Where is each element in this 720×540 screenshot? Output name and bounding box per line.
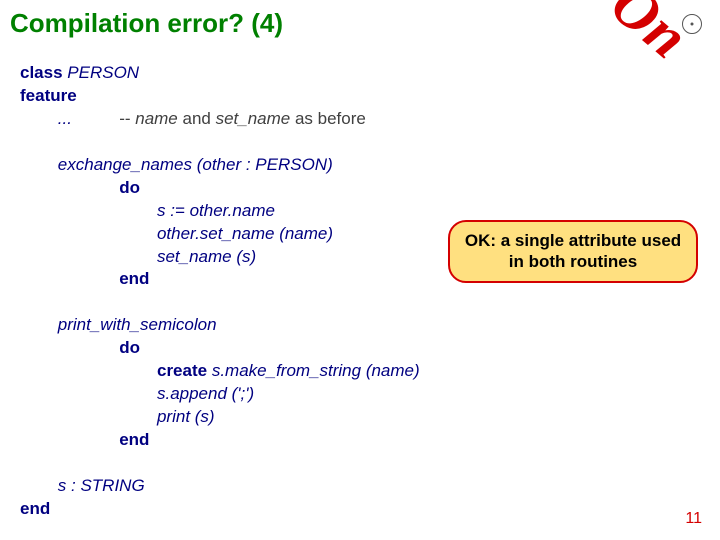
comment-text: as before — [290, 109, 366, 128]
code-text — [20, 269, 119, 288]
code-text — [20, 430, 119, 449]
code-text — [20, 361, 157, 380]
comment-text: name — [135, 109, 178, 128]
page-title: Compilation error? (4) — [10, 8, 283, 39]
comment-text: set_name — [216, 109, 291, 128]
code-text: exchange_names (other : PERSON) — [20, 155, 333, 174]
code-text — [20, 178, 119, 197]
kw-do: do — [119, 338, 140, 357]
kw-end: end — [119, 269, 149, 288]
code-text: print (s) — [20, 407, 215, 426]
code-text: set_name (s) — [20, 247, 256, 266]
code-text: s := other.name — [20, 201, 275, 220]
code-text: ... — [20, 109, 119, 128]
callout-box: OK: a single attribute used in both rout… — [448, 220, 698, 283]
code-text: other.set_name (name) — [20, 224, 333, 243]
code-text: print_with_semicolon — [20, 315, 217, 334]
code-block: class PERSON feature ... -- name and set… — [20, 62, 420, 521]
kw-create: create — [157, 361, 207, 380]
code-text: s.make_from_string (name) — [207, 361, 420, 380]
kw-class: class — [20, 63, 63, 82]
code-text — [20, 338, 119, 357]
page-number: 11 — [685, 510, 702, 528]
blank-line — [20, 132, 25, 151]
code-text: s : STRING — [20, 476, 145, 495]
kw-end-class: end — [20, 499, 50, 518]
kw-end: end — [119, 430, 149, 449]
comment-dash: -- — [119, 109, 135, 128]
code-text: PERSON — [63, 63, 140, 82]
kw-do: do — [119, 178, 140, 197]
code-text: s.append (';') — [20, 384, 254, 403]
kw-feature: feature — [20, 86, 77, 105]
comment-text: and — [178, 109, 216, 128]
blank-line — [20, 292, 25, 311]
blank-line — [20, 453, 25, 472]
hands-on-stamp: Hands-On — [452, 0, 702, 73]
